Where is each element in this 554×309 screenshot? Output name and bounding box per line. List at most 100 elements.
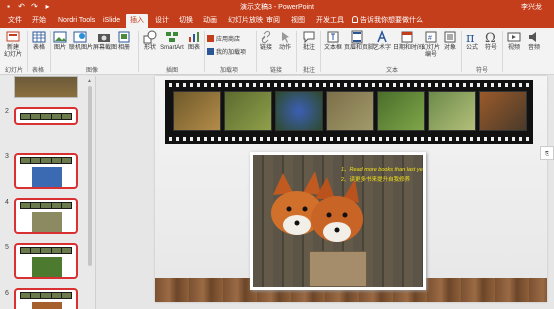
textbox-button[interactable]: 文本框 — [323, 30, 343, 52]
picture-icon — [53, 31, 67, 43]
slide-number: 3 — [5, 153, 9, 160]
audio-button[interactable]: 音频 — [526, 30, 542, 52]
tab-home[interactable]: 开始 — [28, 14, 50, 28]
window-title: 演示文稿3 - PowerPoint — [240, 4, 314, 11]
header-footer-button[interactable]: 页眉和页脚 — [344, 30, 374, 52]
slide-thumbnail-6[interactable] — [14, 288, 78, 309]
object-button[interactable]: 对象 — [443, 30, 457, 52]
tab-nordri-tools[interactable]: Nordri Tools — [54, 14, 99, 28]
store-button[interactable]: 应用商店 — [207, 35, 240, 44]
plant-image — [32, 257, 62, 277]
film-frame-2[interactable] — [224, 91, 272, 131]
calendar-icon — [401, 31, 413, 43]
slide-thumbnail-3[interactable] — [14, 153, 78, 189]
film-frame-3[interactable] — [275, 91, 323, 131]
video-button[interactable]: 视频 — [506, 30, 522, 52]
tab-file[interactable]: 文件 — [4, 14, 26, 28]
group-label-illustrations: 插图 — [166, 68, 179, 74]
slide-thumbnail-4[interactable] — [14, 198, 78, 234]
comment-icon — [303, 31, 315, 44]
tell-me-search[interactable]: 告诉我你想要做什么 — [352, 14, 423, 28]
wordart-button[interactable]: 艺术字 — [373, 30, 391, 52]
group-divider — [296, 31, 297, 72]
store-icon — [207, 35, 214, 42]
smartart-icon — [166, 32, 178, 42]
ribbon-insert: 新建 幻灯片 幻灯片 表格 表格 图片 联机图片 屏幕截图 相册 图像 形状 S… — [0, 28, 554, 75]
group-divider — [461, 31, 462, 72]
symbol-button[interactable]: Ω 符号 — [483, 30, 499, 52]
group-label-tables: 表格 — [32, 68, 45, 74]
album-button[interactable]: 相册 — [117, 30, 131, 52]
object-icon — [444, 31, 456, 43]
tab-insert[interactable]: 插入 — [126, 14, 148, 28]
film-frame-6[interactable] — [428, 91, 476, 131]
slide-thumbnail-2[interactable] — [14, 107, 78, 125]
group-divider — [27, 31, 28, 72]
tab-view[interactable]: 视图 — [287, 14, 309, 28]
online-picture-icon — [73, 31, 87, 43]
addins-icon — [207, 48, 214, 55]
header-footer-icon — [351, 30, 363, 44]
film-frame-7[interactable] — [479, 91, 527, 131]
slide-number: 4 — [5, 199, 9, 206]
album-icon — [118, 31, 130, 43]
shapes-icon — [143, 30, 157, 44]
svg-text:Ω: Ω — [485, 31, 496, 44]
table-button[interactable]: 表格 — [30, 30, 48, 52]
slide-thumbnails-panel: 2 3 4 5 6 ▲ — [0, 76, 96, 309]
tab-slideshow[interactable]: 幻灯片放映 — [224, 14, 267, 28]
slide-thumbnail-5[interactable] — [14, 243, 78, 279]
group-label-comments: 批注 — [303, 68, 316, 74]
datetime-button[interactable]: 日期和时间 — [393, 30, 423, 52]
title-bar: ▪ ↶ ↷ ▸ 演示文稿3 - PowerPoint 李兴龙 — [0, 0, 554, 14]
tab-developer[interactable]: 开发工具 — [312, 14, 348, 28]
scrollbar-thumb[interactable] — [88, 86, 92, 266]
user-name[interactable]: 李兴龙 — [521, 2, 542, 12]
table-icon — [32, 31, 46, 43]
group-label-text: 文本 — [386, 68, 399, 74]
group-divider — [320, 31, 321, 72]
ribbon-tabs: 文件 开始 Nordri Tools iSlide 插入 设计 切换 动画 幻灯… — [0, 14, 554, 28]
caption-line-2[interactable]: 2、读更多书来提升自我修养 — [341, 175, 410, 183]
insect-image — [32, 212, 62, 232]
action-button[interactable]: 动作 — [278, 30, 292, 52]
group-divider — [138, 31, 139, 72]
film-frame-1[interactable] — [173, 91, 221, 131]
scroll-up-icon[interactable]: ▲ — [87, 78, 92, 84]
slide-number: 2 — [5, 108, 9, 115]
new-slide-button[interactable]: 新建 幻灯片 — [2, 30, 24, 59]
film-frame-4[interactable] — [326, 91, 374, 131]
slide-thumbnail-1[interactable] — [14, 76, 78, 98]
paste-options-icon[interactable]: ⎘ — [540, 146, 554, 160]
film-strip[interactable] — [165, 80, 533, 144]
action-icon — [282, 32, 289, 43]
textbox-icon — [327, 31, 339, 43]
film-frame-5[interactable] — [377, 91, 425, 131]
fox-image — [32, 302, 62, 309]
slide-number-button[interactable]: # 幻灯片 编号 — [421, 30, 441, 59]
tab-transitions[interactable]: 切换 — [175, 14, 197, 28]
tab-islide[interactable]: iSlide — [99, 14, 124, 28]
fox-photo[interactable]: 1、Read more books than last year 2、读更多书来… — [250, 152, 426, 290]
thumbnail-scrollbar[interactable]: ▲ — [86, 78, 94, 307]
link-button[interactable]: 链接 — [259, 30, 273, 52]
group-divider — [256, 31, 257, 72]
equation-button[interactable]: π 公式 — [464, 30, 480, 52]
shapes-button[interactable]: 形状 — [142, 30, 158, 52]
screenshot-button[interactable]: 屏幕截图 — [93, 30, 117, 52]
chart-button[interactable]: 图表 — [186, 30, 202, 52]
tab-design[interactable]: 设计 — [151, 14, 173, 28]
picture-button[interactable]: 图片 — [52, 30, 68, 52]
tab-review[interactable]: 审阅 — [262, 14, 284, 28]
comment-button[interactable]: 批注 — [301, 30, 317, 52]
omega-icon: Ω — [485, 31, 496, 44]
smartart-button[interactable]: SmartArt — [160, 30, 184, 52]
wordart-icon — [377, 30, 387, 43]
current-slide[interactable]: 1、Read more books than last year 2、读更多书来… — [155, 76, 547, 302]
tab-animations[interactable]: 动画 — [199, 14, 221, 28]
caption-line-1[interactable]: 1、Read more books than last year — [341, 165, 423, 173]
chart-icon — [189, 32, 199, 42]
online-picture-button[interactable]: 联机图片 — [69, 30, 93, 52]
my-addins-button[interactable]: 我的加载项 — [207, 48, 246, 57]
fox-image: 1、Read more books than last year 2、读更多书来… — [253, 155, 423, 287]
